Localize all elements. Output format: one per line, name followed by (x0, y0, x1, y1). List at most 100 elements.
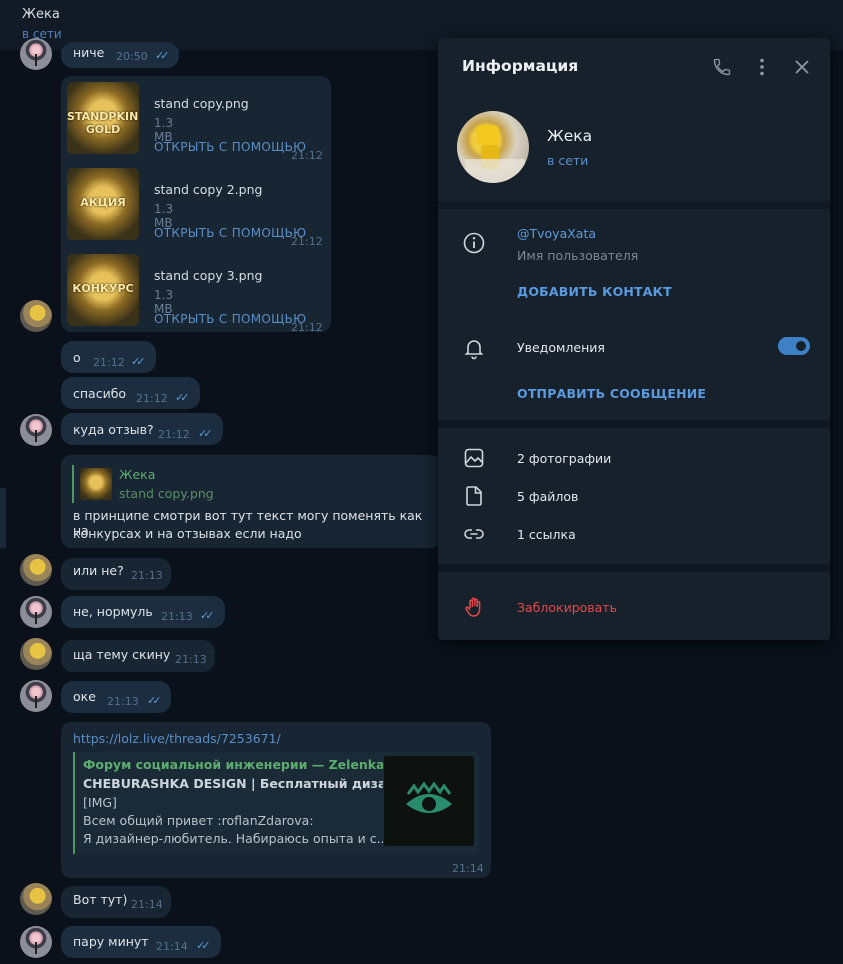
file-name: stand copy 3.png (154, 268, 263, 283)
avatar[interactable] (20, 926, 52, 958)
message-time: 21:12 (291, 235, 323, 248)
scroll-indicator[interactable] (0, 488, 6, 548)
message-time: 20:50 (116, 50, 148, 63)
files-message: STANDPKING GOLD stand copy.png 1.3 MB ОТ… (61, 76, 331, 334)
preview-text-line: Я дизайнер-любитель. Набираюсь опыта и с… (83, 831, 383, 846)
message-bubble[interactable]: оке 21:13 ✓✓ (61, 681, 171, 713)
preview-title: CHEBURASHKA DESIGN | Бесплатный дизайн (83, 776, 383, 791)
message-time: 21:12 (291, 321, 323, 334)
message-time: 21:12 (136, 392, 168, 405)
link-icon (462, 522, 486, 546)
message-time: 21:14 (131, 898, 163, 911)
message-text: куда отзыв? (73, 422, 154, 437)
message-bubble[interactable]: пару минут 21:14 ✓✓ (61, 926, 221, 958)
open-with-link[interactable]: ОТКРЫТЬ С ПОМОЩЬЮ (154, 226, 306, 240)
message-text: не, нормуль (73, 604, 153, 619)
avatar[interactable] (20, 554, 52, 586)
info-icon (462, 231, 486, 255)
avatar[interactable] (20, 638, 52, 670)
send-message-button[interactable]: ОТПРАВИТЬ СООБЩЕНИЕ (517, 386, 706, 401)
message-text: или не? (73, 563, 124, 578)
file-name: stand copy 2.png (154, 182, 263, 197)
reply-thumbnail (80, 468, 112, 500)
image-icon (462, 446, 486, 470)
username-link[interactable]: @TvoyaXata (517, 226, 596, 241)
avatar[interactable] (20, 680, 52, 712)
link-preview[interactable]: Форум социальной инженерии — Zelenka....… (73, 752, 479, 854)
add-contact-button[interactable]: ДОБАВИТЬ КОНТАКТ (517, 284, 672, 299)
avatar[interactable] (20, 596, 52, 628)
message-text: оке (73, 689, 96, 704)
message-time: 21:13 (175, 653, 207, 666)
close-icon[interactable] (792, 57, 812, 81)
notifications-label: Уведомления (517, 340, 605, 355)
block-user-button[interactable]: Заблокировать (517, 600, 617, 615)
message-text-line: конкурсах и на отзывах если надо (73, 526, 302, 541)
message-bubble[interactable]: куда отзыв? 21:12 ✓✓ (61, 413, 223, 445)
file-thumbnail[interactable]: STANDPKING GOLD (67, 82, 139, 154)
file-thumbnail[interactable]: КОНКУРС (67, 254, 139, 326)
message-text: ща тему скину (73, 647, 171, 662)
block-hand-icon (462, 595, 486, 619)
panel-title: Информация (462, 57, 579, 75)
avatar[interactable] (20, 414, 52, 446)
open-with-link[interactable]: ОТКРЫТЬ С ПОМОЩЬЮ (154, 312, 306, 326)
preview-site-name: Форум социальной инженерии — Zelenka.... (83, 757, 383, 772)
message-bubble[interactable]: о 21:12 ✓✓ (61, 341, 156, 373)
read-ticks-icon: ✓✓ (200, 609, 215, 622)
message-text: ниче (73, 45, 105, 60)
read-ticks-icon: ✓✓ (196, 939, 211, 952)
read-ticks-icon: ✓✓ (131, 355, 146, 368)
phone-icon[interactable] (712, 57, 732, 81)
files-link[interactable]: 5 файлов (517, 489, 578, 504)
read-ticks-icon: ✓✓ (155, 49, 170, 62)
message-bubble[interactable]: не, нормуль 21:13 ✓✓ (61, 596, 225, 628)
open-with-link[interactable]: ОТКРЫТЬ С ПОМОЩЬЮ (154, 140, 306, 154)
message-bubble[interactable]: или не? 21:13 (61, 558, 171, 590)
preview-image (384, 756, 474, 846)
read-ticks-icon: ✓✓ (198, 427, 213, 440)
more-vertical-icon[interactable] (752, 57, 772, 81)
read-ticks-icon: ✓✓ (175, 391, 190, 404)
profile-avatar[interactable] (457, 111, 529, 183)
thumbnail-label: STANDPKING GOLD (67, 110, 139, 136)
message-time: 21:13 (131, 569, 163, 582)
preview-text-line: Всем общий привет :roflanZdarova: (83, 813, 314, 828)
bell-icon (462, 336, 486, 360)
message-link[interactable]: https://lolz.live/threads/7253671/ (73, 731, 281, 746)
message-time: 21:12 (291, 149, 323, 162)
file-name: stand copy.png (154, 96, 249, 111)
chat-title: Жека (22, 7, 60, 22)
notifications-toggle[interactable] (778, 337, 810, 355)
thumbnail-label: АКЦИЯ (80, 196, 126, 209)
message-bubble[interactable]: Вот тут) 21:14 (61, 886, 171, 918)
eye-logo-icon (406, 781, 452, 813)
message-text: Вот тут) (73, 892, 128, 907)
message-time: 21:14 (156, 940, 188, 953)
message-time: 21:13 (107, 695, 139, 708)
reply-file-name: stand copy.png (119, 486, 214, 501)
preview-text-line: [IMG] (83, 795, 117, 810)
preview-bar (73, 752, 75, 854)
message-bubble[interactable]: ща тему скину 21:13 (61, 640, 215, 672)
file-thumbnail[interactable]: АКЦИЯ (67, 168, 139, 240)
avatar[interactable] (20, 883, 52, 915)
thumbnail-label: КОНКУРС (72, 282, 134, 295)
username-label: Имя пользователя (517, 248, 639, 263)
reply-message[interactable]: Жека stand copy.png в принципе смотри во… (61, 455, 441, 548)
message-time: 21:12 (158, 428, 190, 441)
message-bubble[interactable]: спасибо 21:12 ✓✓ (61, 377, 200, 409)
links-link[interactable]: 1 ссылка (517, 527, 576, 542)
avatar[interactable] (20, 38, 52, 70)
section-divider (438, 564, 830, 572)
message-bubble[interactable]: ниче 20:50 ✓✓ (61, 42, 179, 68)
photos-link[interactable]: 2 фотографии (517, 451, 611, 466)
message-time: 21:14 (452, 862, 484, 875)
info-panel: Информация Жека в сети @TvoyaXata Имя по… (438, 38, 830, 640)
reply-bar (72, 465, 74, 503)
link-message[interactable]: https://lolz.live/threads/7253671/ Форум… (61, 722, 491, 878)
read-ticks-icon: ✓✓ (147, 694, 162, 707)
profile-name: Жека (547, 127, 593, 145)
avatar[interactable] (20, 300, 52, 332)
section-divider (438, 420, 830, 428)
